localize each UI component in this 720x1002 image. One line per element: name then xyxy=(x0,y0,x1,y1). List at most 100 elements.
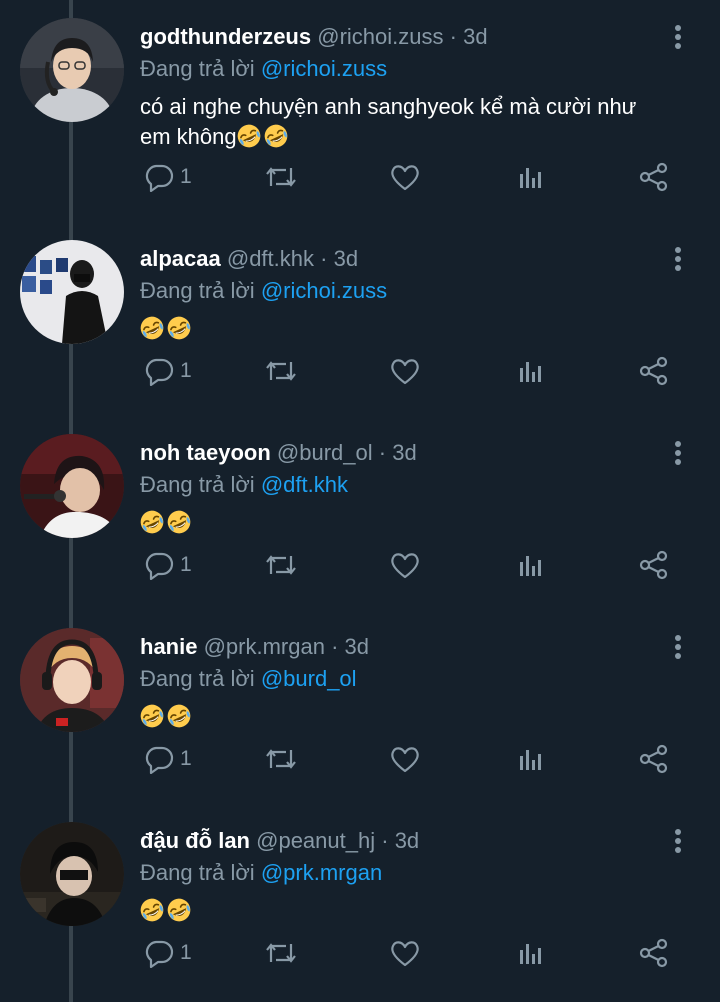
emoji-group xyxy=(140,316,194,341)
avatar[interactable] xyxy=(20,240,124,344)
tweet[interactable]: đậu đỗ lan @peanut_hj · 3d Đang trả lời … xyxy=(0,804,720,998)
more-vertical-icon[interactable] xyxy=(668,22,688,52)
username[interactable]: @peanut_hj xyxy=(256,828,375,853)
more-vertical-icon[interactable] xyxy=(668,438,688,468)
username[interactable]: @prk.mrgan xyxy=(204,634,325,659)
timestamp[interactable]: 3d xyxy=(345,634,369,659)
share-button[interactable] xyxy=(638,742,670,776)
share-icon xyxy=(638,550,670,580)
analytics-icon xyxy=(516,162,546,192)
analytics-icon xyxy=(516,550,546,580)
avatar[interactable] xyxy=(20,822,124,926)
analytics-button[interactable] xyxy=(516,936,546,970)
tweet-text-line: có ai nghe chuyện anh sanghyeok kể mà cư… xyxy=(140,94,637,119)
display-name[interactable]: alpacaa xyxy=(140,246,221,271)
reply-button[interactable]: 1 xyxy=(144,548,192,582)
mention-link[interactable]: @richoi.zuss xyxy=(261,278,387,303)
mention-link[interactable]: @dft.khk xyxy=(261,472,348,497)
analytics-button[interactable] xyxy=(516,160,546,194)
reply-icon xyxy=(144,356,174,386)
separator-dot: · xyxy=(331,634,339,659)
heart-button[interactable] xyxy=(389,548,421,582)
timestamp[interactable]: 3d xyxy=(395,828,419,853)
rolling-on-floor-laughing-emoji xyxy=(167,510,191,534)
tweet-text: có ai nghe chuyện anh sanghyeok kể mà cư… xyxy=(140,92,685,152)
retweet-icon xyxy=(264,356,298,386)
avatar[interactable] xyxy=(20,18,124,122)
display-name[interactable]: đậu đỗ lan xyxy=(140,828,250,853)
heart-button[interactable] xyxy=(389,354,421,388)
analytics-button[interactable] xyxy=(516,742,546,776)
replying-label: Đang trả lời xyxy=(140,666,255,691)
display-name[interactable]: hanie xyxy=(140,634,197,659)
more-vertical-icon[interactable] xyxy=(668,632,688,662)
replying-label: Đang trả lời xyxy=(140,472,255,497)
action-bar: 1 xyxy=(140,936,680,970)
share-button[interactable] xyxy=(638,936,670,970)
person-headset-avatar xyxy=(20,18,124,122)
emoji-group xyxy=(140,898,194,923)
more-vertical-icon[interactable] xyxy=(668,244,688,274)
display-name[interactable]: noh taeyoon xyxy=(140,440,271,465)
analytics-button[interactable] xyxy=(516,548,546,582)
share-icon xyxy=(638,162,670,192)
username[interactable]: @richoi.zuss xyxy=(317,24,443,49)
tweet[interactable]: godthunderzeus @richoi.zuss · 3d Đang tr… xyxy=(0,0,720,194)
tweet-text xyxy=(140,702,685,732)
username[interactable]: @dft.khk xyxy=(227,246,314,271)
retweet-button[interactable] xyxy=(264,160,298,194)
tweet[interactable]: alpacaa @dft.khk · 3d Đang trả lời @rich… xyxy=(0,222,720,416)
mention-link[interactable]: @richoi.zuss xyxy=(261,56,387,81)
separator-dot: · xyxy=(381,828,389,853)
timestamp[interactable]: 3d xyxy=(463,24,487,49)
reply-button[interactable]: 1 xyxy=(144,354,192,388)
retweet-button[interactable] xyxy=(264,548,298,582)
mention-link[interactable]: @burd_ol xyxy=(261,666,357,691)
username[interactable]: @burd_ol xyxy=(277,440,373,465)
reply-icon xyxy=(144,550,174,580)
heart-icon xyxy=(389,356,421,386)
retweet-button[interactable] xyxy=(264,354,298,388)
rolling-on-floor-laughing-emoji xyxy=(140,898,164,922)
heart-icon xyxy=(389,550,421,580)
heart-button[interactable] xyxy=(389,742,421,776)
tweet-header: hanie @prk.mrgan · 3d xyxy=(140,632,369,662)
heart-button[interactable] xyxy=(389,936,421,970)
reply-button[interactable]: 1 xyxy=(144,742,192,776)
action-bar: 1 xyxy=(140,160,680,194)
emoji-group xyxy=(237,124,291,149)
tweet[interactable]: noh taeyoon @burd_ol · 3d Đang trả lời @… xyxy=(0,416,720,610)
heart-button[interactable] xyxy=(389,160,421,194)
replying-to: Đang trả lời @richoi.zuss xyxy=(140,54,387,84)
reply-button[interactable]: 1 xyxy=(144,936,192,970)
action-bar: 1 xyxy=(140,548,680,582)
rolling-on-floor-laughing-emoji xyxy=(237,124,260,148)
retweet-button[interactable] xyxy=(264,936,298,970)
person-dark-avatar xyxy=(20,822,124,926)
timestamp[interactable]: 3d xyxy=(392,440,416,465)
share-button[interactable] xyxy=(638,548,670,582)
rolling-on-floor-laughing-emoji xyxy=(167,316,191,340)
replying-to: Đang trả lời @dft.khk xyxy=(140,470,348,500)
action-bar: 1 xyxy=(140,742,680,776)
analytics-icon xyxy=(516,356,546,386)
avatar[interactable] xyxy=(20,628,124,732)
share-button[interactable] xyxy=(638,160,670,194)
heart-icon xyxy=(389,938,421,968)
retweet-icon xyxy=(264,162,298,192)
person-gaming-headset-avatar xyxy=(20,628,124,732)
replying-to: Đang trả lời @prk.mrgan xyxy=(140,858,382,888)
reply-count: 1 xyxy=(180,747,192,770)
reply-count: 1 xyxy=(180,359,192,382)
timestamp[interactable]: 3d xyxy=(334,246,358,271)
reply-button[interactable]: 1 xyxy=(144,160,192,194)
avatar[interactable] xyxy=(20,434,124,538)
tweet[interactable]: hanie @prk.mrgan · 3d Đang trả lời @burd… xyxy=(0,610,720,804)
display-name[interactable]: godthunderzeus xyxy=(140,24,311,49)
analytics-button[interactable] xyxy=(516,354,546,388)
retweet-button[interactable] xyxy=(264,742,298,776)
replying-label: Đang trả lời xyxy=(140,278,255,303)
mention-link[interactable]: @prk.mrgan xyxy=(261,860,382,885)
share-button[interactable] xyxy=(638,354,670,388)
more-vertical-icon[interactable] xyxy=(668,826,688,856)
